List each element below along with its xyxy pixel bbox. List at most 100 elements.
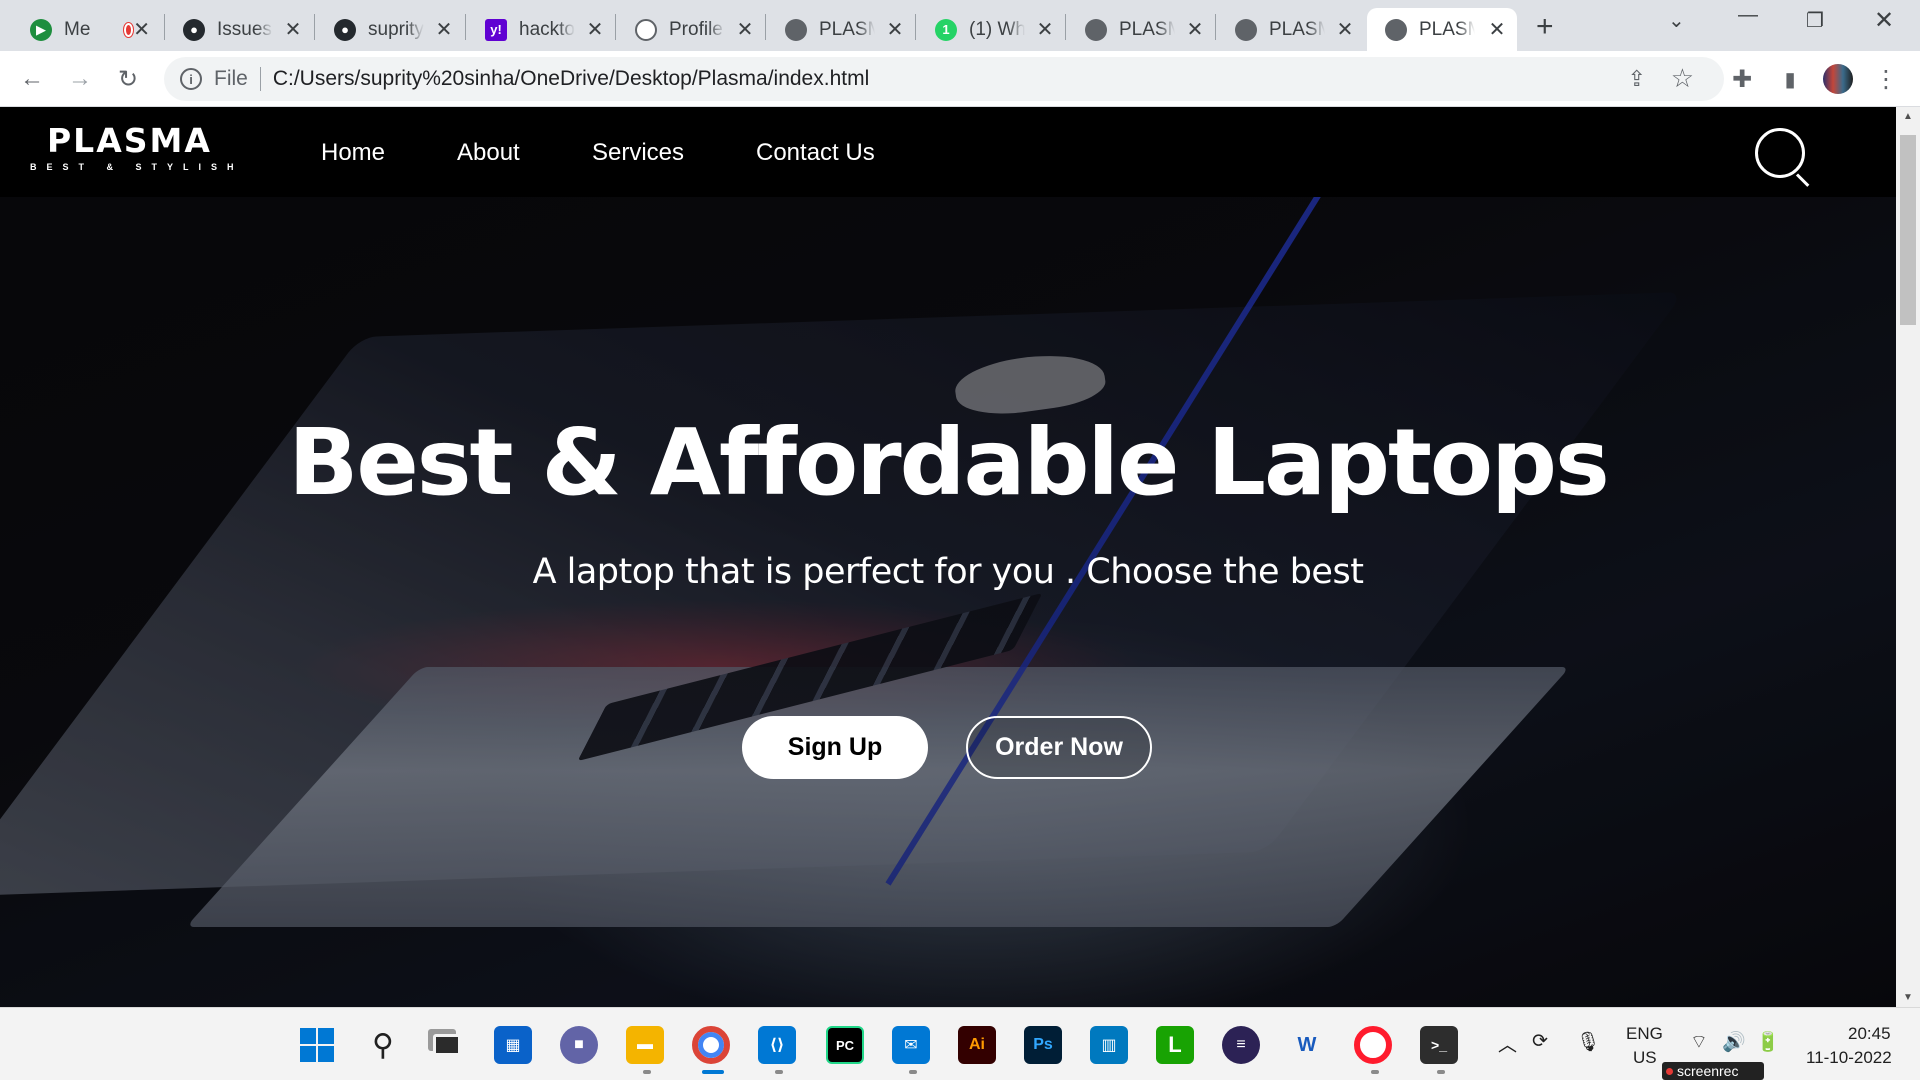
show-hidden-icons-chevron-icon[interactable]: ︿ <box>1498 1030 1517 1057</box>
close-tab-icon[interactable]: ✕ <box>735 17 755 42</box>
running-indicator <box>1437 1070 1445 1074</box>
browser-toolbar: ← → ↻ i File C:/Users/suprity%20sinha/On… <box>0 51 1920 107</box>
nav-home[interactable]: Home <box>321 139 385 167</box>
page-scrollbar[interactable]: ▲ ▼ <box>1896 107 1920 1007</box>
microphone-icon[interactable]: 🎙 <box>1576 1030 1600 1054</box>
search-icon[interactable] <box>1755 128 1805 178</box>
menu-kebab-icon[interactable]: ⋮ <box>1868 61 1904 97</box>
google-meet-icon: ▶ <box>30 18 52 41</box>
sync-icon[interactable]: ⟳ <box>1532 1030 1548 1053</box>
clock-date[interactable]: 11-10-2022 <box>1806 1048 1892 1068</box>
reload-icon[interactable]: ↻ <box>110 61 146 97</box>
share-icon[interactable]: ⇪ <box>1628 66 1646 92</box>
logo-text: PLASMA <box>47 121 212 160</box>
tab-plasma-2[interactable]: PLASM ✕ <box>1067 8 1215 51</box>
eclipse-icon[interactable]: ≡ <box>1222 1026 1260 1064</box>
hero-subtitle: A laptop that is perfect for you . Choos… <box>532 552 1364 592</box>
windows-start-icon[interactable] <box>298 1026 336 1064</box>
browser-tab-strip: ▶ Me ✕ ● Issues ✕ ● suprity ✕ y! hackto … <box>0 0 1920 51</box>
close-tab-icon[interactable]: ✕ <box>1185 17 1205 42</box>
screen-recorder-label: screenrec <box>1677 1063 1739 1079</box>
opera-icon[interactable] <box>1354 1026 1392 1064</box>
tab-plasma-active[interactable]: PLASM ✕ <box>1367 8 1517 51</box>
word-icon[interactable]: W <box>1288 1026 1326 1064</box>
photoshop-icon[interactable]: Ps <box>1024 1026 1062 1064</box>
clock-time[interactable]: 20:45 <box>1848 1024 1891 1044</box>
nav-services[interactable]: Services <box>592 139 684 167</box>
globe-icon <box>1085 18 1107 41</box>
tab-meet[interactable]: ▶ Me ✕ <box>12 8 160 51</box>
nav-contact-us[interactable]: Contact Us <box>756 139 875 167</box>
tab-title: PLASM <box>819 18 875 40</box>
globe-icon <box>1385 18 1407 41</box>
restore-icon[interactable]: ❐ <box>1806 8 1824 33</box>
tab-whatsapp[interactable]: 1 (1) Wh ✕ <box>917 8 1065 51</box>
terminal-icon[interactable]: >_ <box>1420 1026 1458 1064</box>
language-indicator[interactable]: ENG <box>1626 1024 1663 1044</box>
close-tab-icon[interactable]: ✕ <box>585 17 605 42</box>
task-view-icon[interactable] <box>428 1026 466 1064</box>
tab-separator <box>465 14 466 40</box>
illustrator-icon[interactable]: Ai <box>958 1026 996 1064</box>
vscode-icon[interactable]: ⟨⟩ <box>758 1026 796 1064</box>
close-tab-icon[interactable]: ✕ <box>283 17 303 42</box>
info-icon[interactable]: i <box>180 68 202 90</box>
order-now-button[interactable]: Order Now <box>966 716 1152 779</box>
tab-plasma-3[interactable]: PLASM ✕ <box>1217 8 1365 51</box>
teams-chat-icon[interactable]: ■ <box>560 1026 598 1064</box>
minimize-icon[interactable]: — <box>1738 4 1758 27</box>
wifi-icon[interactable]: ⌔ <box>1690 1030 1708 1054</box>
tab-separator <box>615 14 616 40</box>
tab-title: suprity <box>368 18 424 40</box>
tab-hackto[interactable]: y! hackto ✕ <box>467 8 615 51</box>
nav-about[interactable]: About <box>457 139 520 167</box>
mail-icon[interactable]: ✉ <box>892 1026 930 1064</box>
widgets-icon[interactable]: ▦ <box>494 1026 532 1064</box>
address-scheme-label: File <box>214 67 248 90</box>
profile-avatar[interactable] <box>1820 61 1856 97</box>
extensions-icon[interactable]: ✚ <box>1724 61 1760 97</box>
tab-suprity[interactable]: ● suprity ✕ <box>316 8 464 51</box>
tab-plasma-1[interactable]: PLASM ✕ <box>767 8 915 51</box>
tab-title: Profile <box>669 18 723 40</box>
new-tab-button[interactable]: + <box>1536 10 1554 44</box>
active-indicator <box>702 1070 724 1074</box>
search-icon-handle <box>1795 173 1810 187</box>
site-logo[interactable]: PLASMA BEST & STYLISH <box>30 121 244 172</box>
forward-icon[interactable]: → <box>62 61 98 97</box>
file-explorer-icon[interactable]: ▬ <box>626 1026 664 1064</box>
tab-separator <box>1215 14 1216 40</box>
scroll-down-arrow-icon[interactable]: ▼ <box>1903 992 1913 1003</box>
tab-profile[interactable]: Profile ✕ <box>617 8 765 51</box>
volume-icon[interactable]: 🔊 <box>1722 1030 1746 1054</box>
language-region[interactable]: US <box>1633 1048 1657 1068</box>
address-url[interactable]: C:/Users/suprity%20sinha/OneDrive/Deskto… <box>273 67 869 91</box>
running-indicator <box>775 1070 783 1074</box>
close-tab-icon[interactable]: ✕ <box>885 17 905 42</box>
close-tab-icon[interactable]: ✕ <box>434 17 454 42</box>
side-panel-icon[interactable]: ▮ <box>1772 61 1808 97</box>
tab-title: Issues <box>217 18 272 40</box>
close-window-icon[interactable]: ✕ <box>1874 6 1894 35</box>
address-bar[interactable]: i File C:/Users/suprity%20sinha/OneDrive… <box>164 57 1724 101</box>
close-tab-icon[interactable]: ✕ <box>133 17 150 42</box>
search-icon[interactable]: ⚲ <box>364 1026 402 1064</box>
back-icon[interactable]: ← <box>14 61 50 97</box>
scroll-up-arrow-icon[interactable]: ▲ <box>1903 111 1913 122</box>
tab-title: (1) Wh <box>969 18 1025 40</box>
yahoo-icon: y! <box>485 18 507 41</box>
close-tab-icon[interactable]: ✕ <box>1035 17 1055 42</box>
chrome-icon[interactable] <box>692 1026 730 1064</box>
trello-icon[interactable]: ▥ <box>1090 1026 1128 1064</box>
bookmark-star-icon[interactable]: ☆ <box>1671 63 1694 94</box>
tab-issues[interactable]: ● Issues ✕ <box>165 8 313 51</box>
pycharm-icon[interactable]: PC <box>826 1026 864 1064</box>
libreoffice-icon[interactable]: L <box>1156 1026 1194 1064</box>
sign-up-button[interactable]: Sign Up <box>742 716 928 779</box>
tab-search-icon[interactable]: ⌄ <box>1668 8 1685 33</box>
close-tab-icon[interactable]: ✕ <box>1335 17 1355 42</box>
tab-title: PLASM <box>1419 18 1475 40</box>
close-tab-icon[interactable]: ✕ <box>1487 17 1507 42</box>
battery-icon[interactable]: 🔋 <box>1756 1030 1780 1054</box>
scrollbar-thumb[interactable] <box>1900 135 1916 325</box>
